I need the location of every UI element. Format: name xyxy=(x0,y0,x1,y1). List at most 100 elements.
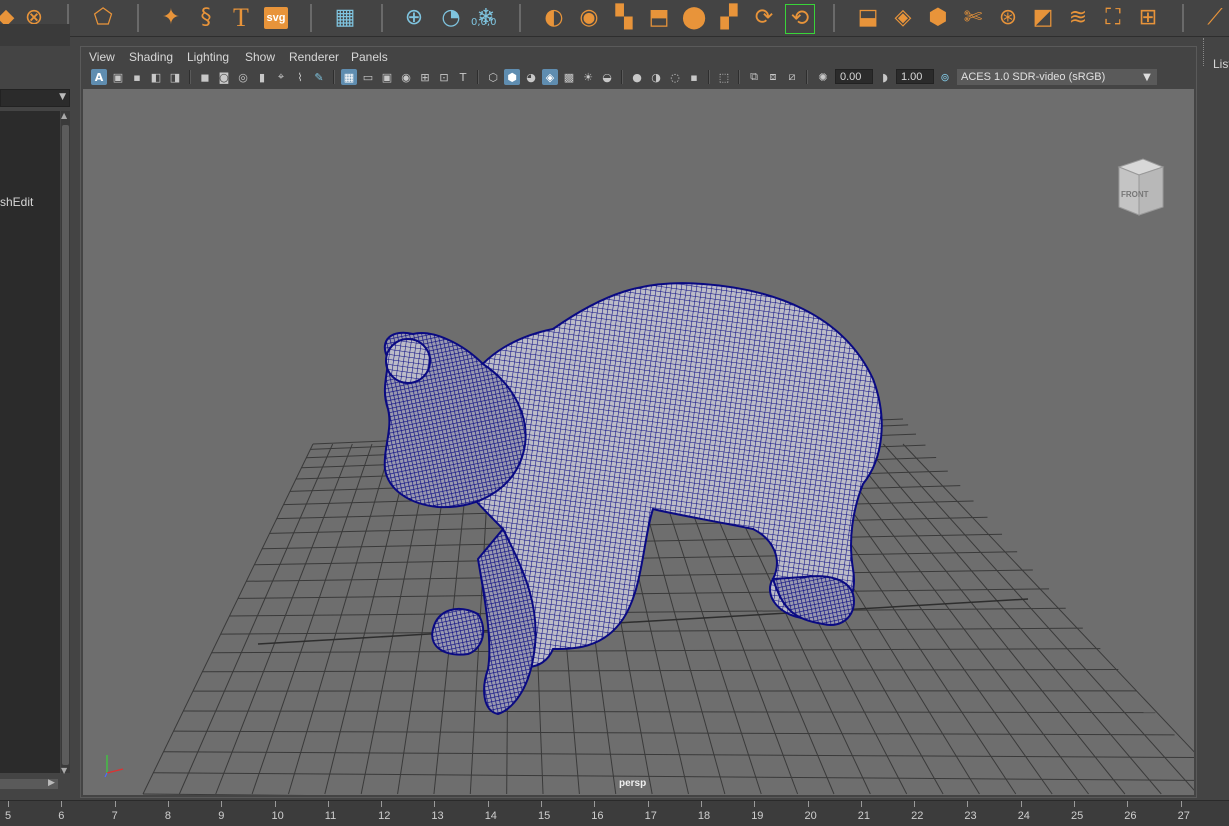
delete-history-icon[interactable]: ◔ xyxy=(437,4,465,32)
resolution-gate-icon[interactable]: ▣ xyxy=(379,69,395,85)
menu-view[interactable]: View xyxy=(89,50,115,64)
default-material-icon[interactable]: ◕ xyxy=(523,69,539,85)
uv-editor-icon[interactable]: ▦ xyxy=(331,4,359,32)
combine-icon[interactable]: ◐ xyxy=(540,4,568,32)
wireframe-icon[interactable]: ⬡ xyxy=(485,69,501,85)
retopo-icon[interactable]: ⟲ xyxy=(785,4,815,34)
chevron-down-icon[interactable]: ▼ xyxy=(1139,69,1155,85)
left-panel-scrollbar-thumb[interactable] xyxy=(62,125,69,765)
camera-attributes-icon[interactable]: ▣ xyxy=(110,69,126,85)
wireframe-on-shaded-icon[interactable]: ◈ xyxy=(542,69,558,85)
list-item[interactable]: shEdit xyxy=(0,195,33,209)
ruler-tick xyxy=(381,801,382,807)
ruler-frame-label: 26 xyxy=(1124,810,1136,822)
ruler-frame-label: 12 xyxy=(378,810,390,822)
menu-renderer[interactable]: Renderer xyxy=(289,50,339,64)
camera-icon[interactable]: ◙ xyxy=(216,69,232,85)
boolean-icon[interactable]: ⬤ xyxy=(680,4,708,32)
stack-layers-icon[interactable]: ≋ xyxy=(1064,4,1092,32)
exposure-field[interactable]: 0.00 xyxy=(835,69,873,84)
right-panel-grip[interactable] xyxy=(1203,38,1207,66)
bookmark-icon[interactable]: ▪ xyxy=(129,69,145,85)
paint-icon[interactable]: ✎ xyxy=(311,69,327,85)
platonic-solid-icon[interactable]: ⬠ xyxy=(89,4,117,32)
isolate-select-icon[interactable]: ⬚ xyxy=(716,69,732,85)
svg-tool-icon[interactable]: svg xyxy=(264,7,288,29)
target-weld-icon[interactable]: ⊛ xyxy=(994,4,1022,32)
extrude-icon[interactable]: ⬒ xyxy=(645,4,673,32)
planar-mapping-icon[interactable]: ◈ xyxy=(889,4,917,32)
depth-of-field-icon[interactable]: ▪ xyxy=(686,69,702,85)
multi-cut-icon[interactable]: ✄ xyxy=(959,4,987,32)
2d-pan-zoom-icon[interactable]: ◼ xyxy=(197,69,213,85)
left-panel-dropdown[interactable]: ▼ xyxy=(0,89,70,107)
ruler-frame-label: 15 xyxy=(538,810,550,822)
motion-blur-icon[interactable]: ◑ xyxy=(648,69,664,85)
color-space-dropdown[interactable]: ACES 1.0 SDR-video (sRGB) xyxy=(957,69,1157,85)
time-ruler[interactable]: 5678910111213141516171819202122232425262… xyxy=(0,800,1229,826)
image-plane-icon[interactable]: ◧ xyxy=(148,69,164,85)
fill-hole-icon[interactable]: ⊞ xyxy=(1134,4,1162,32)
grease-pencil-icon[interactable]: ◨ xyxy=(167,69,183,85)
view-cube[interactable]: FRONT xyxy=(1113,157,1169,221)
helix-icon[interactable]: § xyxy=(192,4,220,32)
cube-mapping-icon[interactable]: ⬢ xyxy=(924,4,952,32)
gamma-field[interactable]: 1.00 xyxy=(896,69,934,84)
gamma-icon[interactable]: ◗ xyxy=(877,69,893,85)
screen-space-ao-icon[interactable]: ● xyxy=(629,69,645,85)
toolbar-separator xyxy=(806,70,808,84)
right-panel-label[interactable]: List xyxy=(1213,57,1229,71)
shelf-separator xyxy=(1182,4,1184,32)
bear-wireframe-mesh[interactable] xyxy=(385,283,882,714)
smooth-icon[interactable]: ⟳ xyxy=(750,4,778,32)
color-management-icon[interactable]: ⊚ xyxy=(937,69,953,85)
3d-viewport[interactable]: FRONT persp xyxy=(83,89,1194,795)
slide-edge-icon[interactable]: ◩ xyxy=(1029,4,1057,32)
multisample-aa-icon[interactable]: ◌ xyxy=(667,69,683,85)
ruler-frame-label: 25 xyxy=(1071,810,1083,822)
ruler-frame-label: 6 xyxy=(58,810,64,822)
use-all-lights-icon[interactable]: ☀ xyxy=(580,69,596,85)
smooth-shade-icon[interactable]: ⬢ xyxy=(504,69,520,85)
bounding-box-icon[interactable]: ⛶ xyxy=(1099,4,1127,32)
select-camera-icon[interactable]: A xyxy=(91,69,107,85)
xray-active-components-icon[interactable]: ⧈ xyxy=(765,69,781,85)
film-gate-icon[interactable]: ▭ xyxy=(360,69,376,85)
menu-show[interactable]: Show xyxy=(245,50,275,64)
left-panel-list[interactable] xyxy=(0,111,60,773)
field-chart-icon[interactable]: ⊞ xyxy=(417,69,433,85)
bookmark-flag-icon[interactable]: ▮ xyxy=(254,69,270,85)
grid-line xyxy=(179,444,332,794)
exposure-icon[interactable]: ✺ xyxy=(815,69,831,85)
more-tools-icon[interactable]: ⟋ xyxy=(1201,4,1229,32)
grid-icon[interactable]: ▦ xyxy=(341,69,357,85)
camera-label: persp xyxy=(619,778,646,789)
scroll-up-icon[interactable]: ▲ xyxy=(61,111,67,120)
separate-icon[interactable]: ◉ xyxy=(575,4,603,32)
extract-icon[interactable]: ▚ xyxy=(610,4,638,32)
shadows-icon[interactable]: ◒ xyxy=(599,69,615,85)
xray-icon[interactable]: ⧉ xyxy=(746,69,762,85)
ruler-frame-label: 9 xyxy=(218,810,224,822)
bridge-icon[interactable]: ▞ xyxy=(715,4,743,32)
ruler-frame-label: 22 xyxy=(911,810,923,822)
safe-title-icon[interactable]: T xyxy=(455,69,471,85)
pivot-icon[interactable]: ⊕ xyxy=(400,4,428,32)
scroll-down-icon[interactable]: ▼ xyxy=(61,766,67,775)
xray-joints-icon[interactable]: ⌖ xyxy=(273,69,289,85)
bevel-icon[interactable]: ⬓ xyxy=(854,4,882,32)
super-shape-icon[interactable]: ✦ xyxy=(157,4,185,32)
xray-joints-toggle-icon[interactable]: ⧄ xyxy=(784,69,800,85)
textured-icon[interactable]: ▩ xyxy=(561,69,577,85)
safe-action-icon[interactable]: ⊡ xyxy=(436,69,452,85)
scroll-right-icon[interactable]: ▶ xyxy=(48,778,55,788)
ruler-frame-label: 23 xyxy=(964,810,976,822)
gate-mask-icon[interactable]: ◉ xyxy=(398,69,414,85)
lock-camera-icon[interactable]: ◎ xyxy=(235,69,251,85)
type-tool-icon[interactable]: T xyxy=(227,4,255,32)
menu-lighting[interactable]: Lighting xyxy=(187,50,229,64)
menu-shading[interactable]: Shading xyxy=(129,50,173,64)
menu-panels[interactable]: Panels xyxy=(351,50,388,64)
motion-trail-icon[interactable]: ⌇ xyxy=(292,69,308,85)
ruler-tick xyxy=(541,801,542,807)
